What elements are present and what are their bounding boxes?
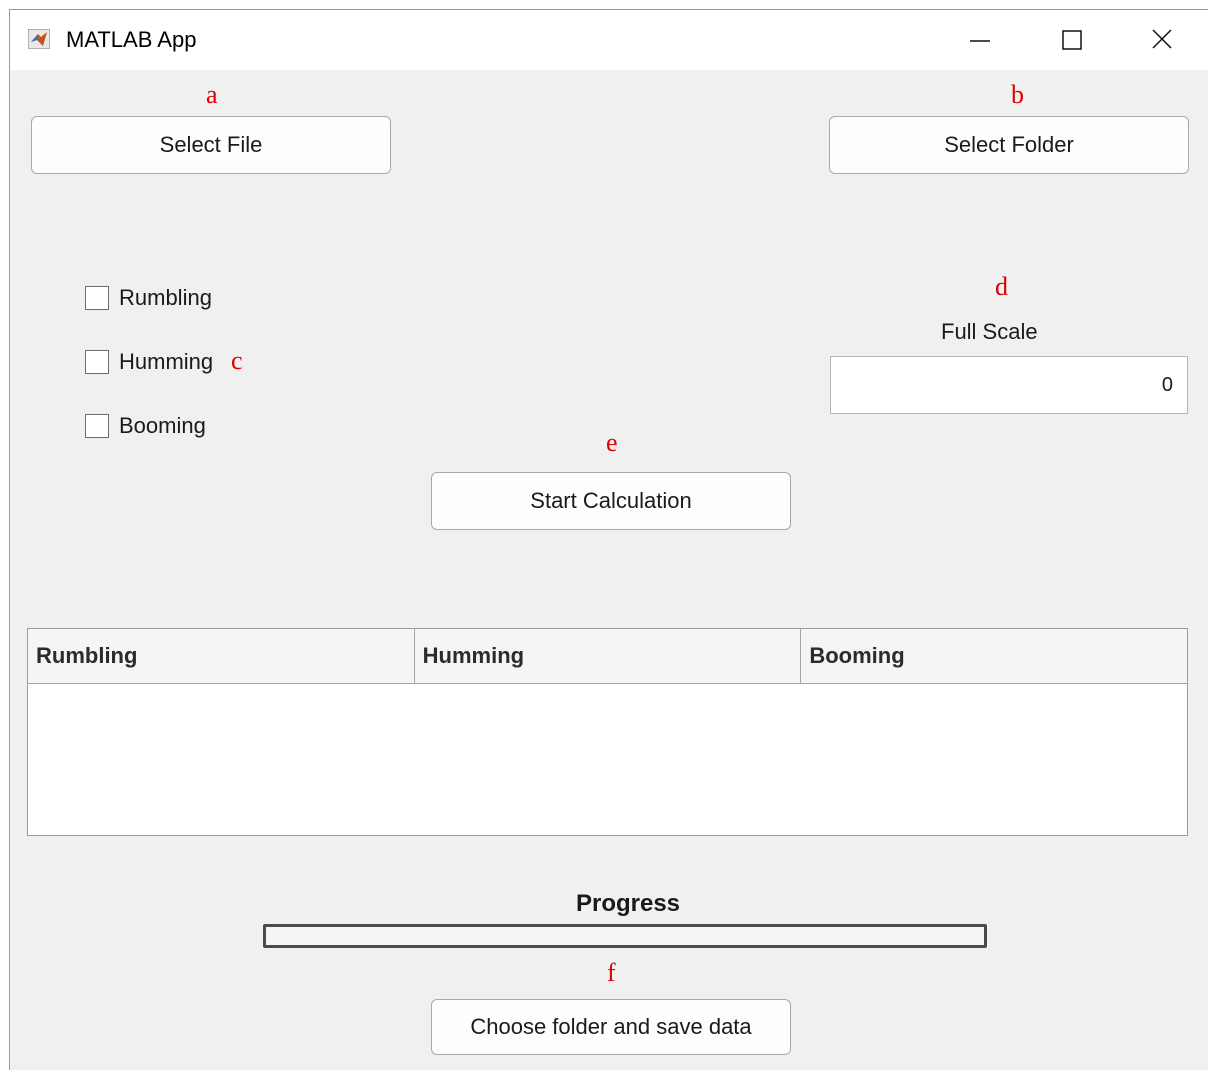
column-header-booming[interactable]: Booming	[801, 629, 1187, 683]
column-header-rumbling[interactable]: Rumbling	[28, 629, 415, 683]
window-title: MATLAB App	[66, 27, 197, 52]
select-folder-button[interactable]: Select Folder	[829, 116, 1189, 174]
progress-label: Progress	[575, 890, 681, 917]
checkbox-box[interactable]	[85, 414, 109, 438]
title-bar: MATLAB App	[10, 10, 1208, 70]
close-button[interactable]	[1142, 22, 1182, 58]
checkbox-label: Humming	[119, 349, 214, 374]
annotation-f: f	[607, 958, 616, 987]
save-data-button[interactable]: Choose folder and save data	[431, 999, 791, 1055]
matlab-logo-icon	[28, 29, 50, 49]
annotation-b: b	[1011, 80, 1024, 109]
minimize-button[interactable]	[960, 22, 1000, 58]
maximize-button[interactable]	[1052, 22, 1092, 58]
annotation-d: d	[995, 272, 1008, 301]
progress-bar	[263, 924, 987, 948]
start-calculation-label: Start Calculation	[530, 488, 692, 513]
checkbox-box[interactable]	[85, 286, 109, 310]
close-icon	[1152, 29, 1172, 49]
annotation-c: c	[231, 346, 243, 375]
full-scale-input[interactable]: 0	[830, 356, 1188, 414]
annotation-a: a	[206, 80, 218, 109]
checkbox-booming[interactable]: Booming	[85, 413, 206, 439]
select-file-label: Select File	[159, 132, 263, 157]
annotation-e: e	[606, 428, 618, 457]
app-window: MATLAB App a b c d e f Select File Selec…	[9, 9, 1208, 1070]
checkbox-humming[interactable]: Humming	[85, 349, 213, 375]
column-header-humming[interactable]: Humming	[415, 629, 802, 683]
maximize-icon	[1062, 30, 1082, 50]
checkbox-rumbling[interactable]: Rumbling	[85, 285, 212, 311]
table-header: Rumbling Humming Booming	[28, 629, 1187, 684]
checkbox-box[interactable]	[85, 350, 109, 374]
results-table[interactable]: Rumbling Humming Booming	[27, 628, 1188, 836]
checkbox-label: Rumbling	[119, 285, 212, 310]
select-folder-label: Select Folder	[944, 132, 1074, 157]
save-data-label: Choose folder and save data	[470, 1014, 752, 1039]
checkbox-label: Booming	[119, 413, 206, 438]
minimize-icon	[970, 40, 990, 42]
start-calculation-button[interactable]: Start Calculation	[431, 472, 791, 530]
select-file-button[interactable]: Select File	[31, 116, 391, 174]
full-scale-label: Full Scale	[941, 319, 1038, 344]
